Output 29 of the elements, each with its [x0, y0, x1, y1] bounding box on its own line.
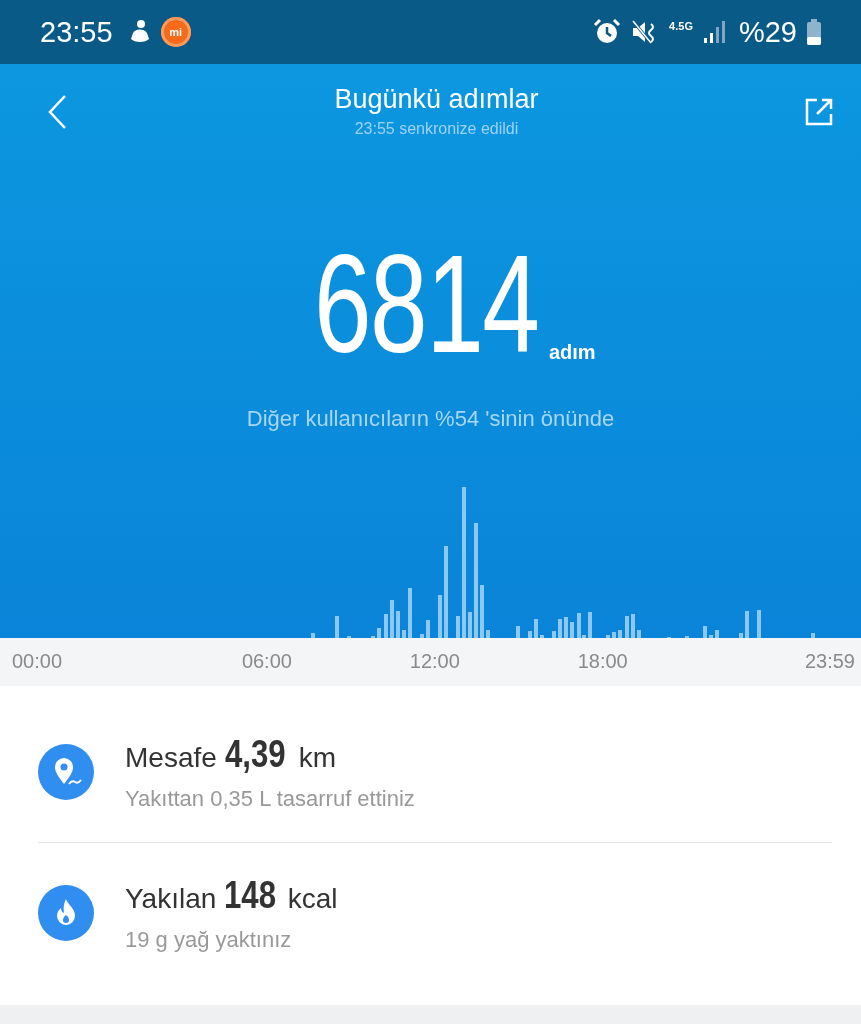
stat-detail: 19 g yağ yaktınız — [125, 926, 293, 953]
step-count: 6814 — [314, 234, 539, 374]
step-unit: adım — [548, 341, 596, 364]
page-title: Bugünkü adımlar — [334, 84, 539, 115]
status-time: 23:55 — [40, 15, 113, 49]
flame-icon — [38, 885, 94, 941]
signal-icon — [702, 20, 725, 44]
app-badge: mi — [160, 17, 191, 47]
stat-label: Yakılan — [125, 882, 217, 915]
time-axis-label: 00:00 — [12, 650, 63, 673]
time-axis-label: 23:59 — [804, 650, 855, 673]
stat-label: Mesafe — [125, 741, 217, 774]
sync-status: 23:55 senkronize edildi — [354, 120, 519, 138]
battery-icon — [807, 19, 821, 45]
location-pin-icon — [38, 744, 94, 800]
time-axis-label: 06:00 — [241, 650, 292, 673]
battery-level: %29 — [738, 15, 797, 49]
ranking-text: Diğer kullanıcıların %54 'sinin önünde — [246, 406, 615, 432]
stat-detail: Yakıttan 0,35 L tasarruf ettiniz — [125, 785, 415, 812]
alarm-icon — [593, 18, 622, 46]
network-type: 4.5G — [669, 20, 693, 32]
time-axis-label: 18:00 — [577, 650, 628, 673]
stat-value: 4,39 — [224, 732, 286, 776]
stat-unit: kcal — [287, 882, 338, 915]
stat-unit: km — [298, 741, 337, 774]
share-icon[interactable] — [803, 96, 835, 128]
figure-icon — [128, 19, 151, 45]
time-axis-label: 12:00 — [409, 650, 460, 673]
stat-value: 148 — [224, 873, 277, 917]
